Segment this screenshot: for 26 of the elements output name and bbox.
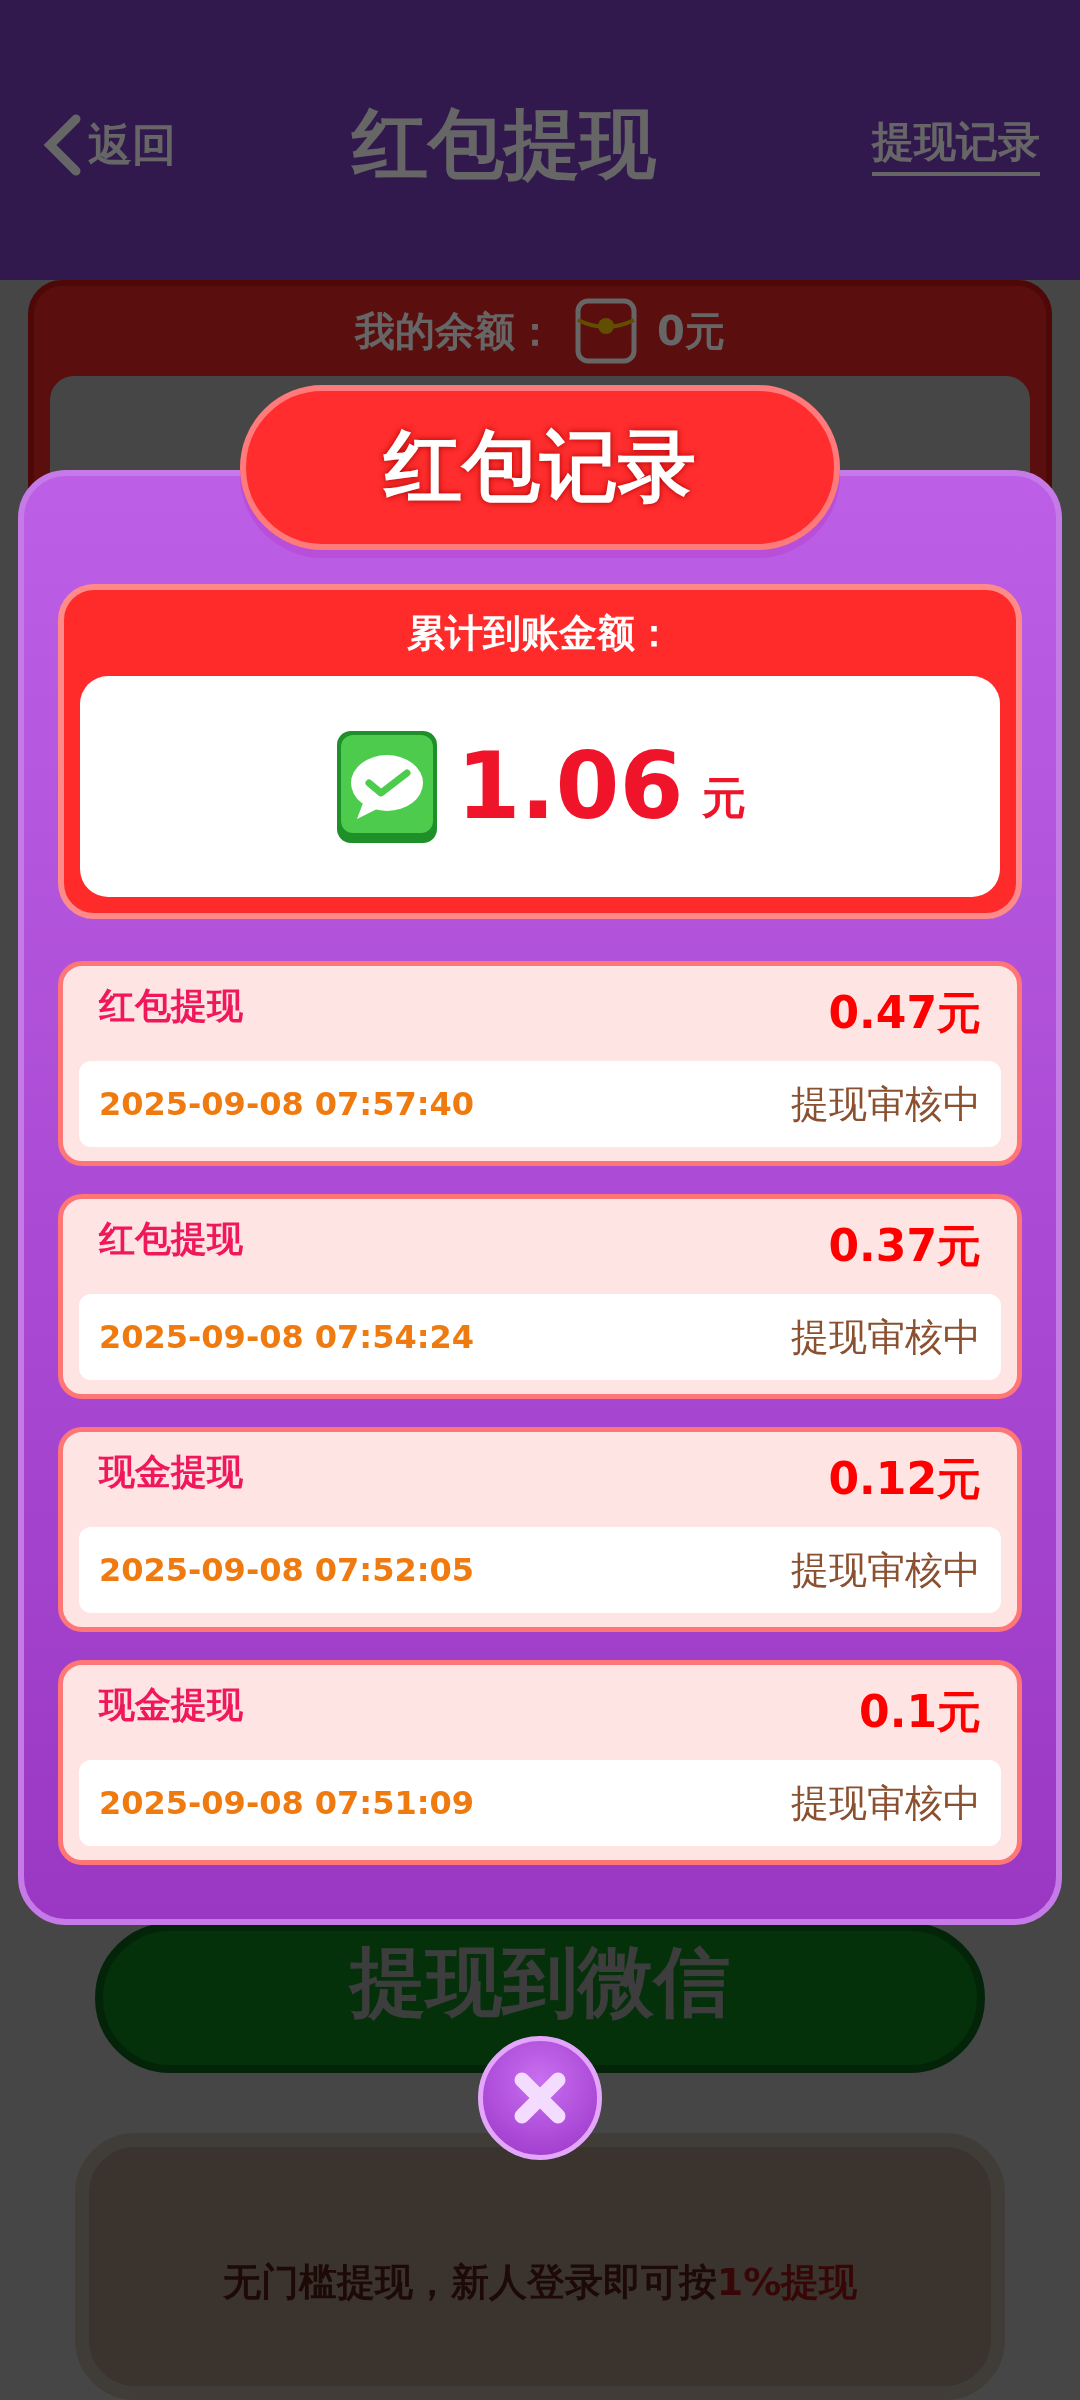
- currency-unit: 元: [701, 771, 746, 825]
- envelope-icon: [575, 298, 638, 364]
- balance-value: 0元: [657, 306, 725, 356]
- chat-check-icon: [334, 728, 439, 845]
- record-time: 2025-09-08 07:54:24: [99, 1318, 474, 1356]
- balance-label: 我的余额：: [355, 306, 556, 356]
- total-amount: 1.06: [456, 733, 684, 840]
- page-title: 红包提现: [352, 97, 656, 190]
- total-label: 累计到账金额：: [407, 609, 673, 657]
- back-button[interactable]: 返回: [40, 113, 176, 177]
- record-time: 2025-09-08 07:57:40: [99, 1085, 474, 1123]
- withdraw-history-link[interactable]: 提现记录: [872, 114, 1040, 176]
- record-type: 现金提现: [99, 1683, 243, 1727]
- record-status: 提现审核中: [791, 1546, 981, 1594]
- record-status: 提现审核中: [791, 1313, 981, 1361]
- record-amount: 0.37元: [828, 1219, 981, 1273]
- record-amount: 0.1元: [859, 1685, 981, 1739]
- record-type: 现金提现: [99, 1450, 243, 1494]
- record-type: 红包提现: [99, 1217, 243, 1261]
- record-status: 提现审核中: [791, 1779, 981, 1827]
- record-time: 2025-09-08 07:51:09: [99, 1784, 474, 1822]
- record-amount: 0.12元: [828, 1452, 981, 1506]
- record-amount: 0.47元: [828, 986, 981, 1040]
- record-type: 红包提现: [99, 984, 243, 1028]
- record-time: 2025-09-08 07:52:05: [99, 1551, 474, 1589]
- record-status: 提现审核中: [791, 1080, 981, 1128]
